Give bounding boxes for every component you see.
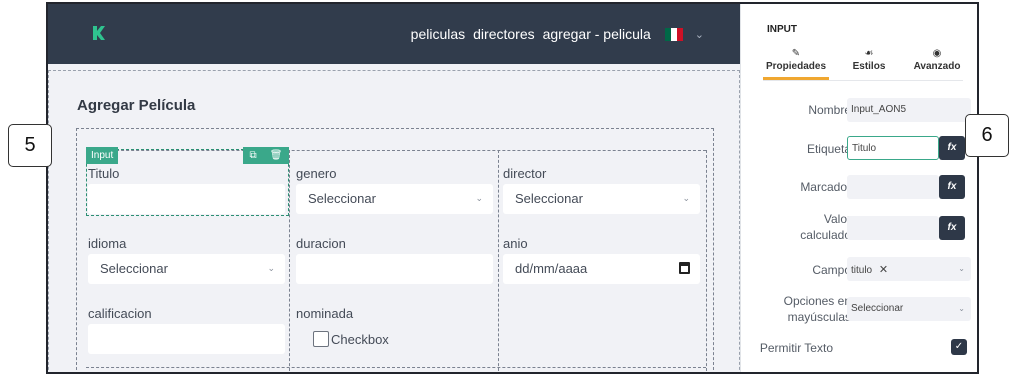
marcador-label: Marcador [800,180,851,194]
tab-estilos[interactable]: ☙ Estilos [849,48,889,72]
nombre-label: Nombre [808,103,851,117]
tab-avanzado-label: Avanzado [913,61,961,72]
chevron-down-icon: ⌄ [958,264,965,273]
genero-select-value: Seleccionar [308,191,376,206]
director-select-value: Seleccionar [515,191,583,206]
nav-links: peliculas directores agregar - pelicula … [411,26,704,42]
page-title: Agregar Película [77,97,196,114]
builder-canvas: peliculas directores agregar - pelicula … [48,4,740,372]
eye-icon: ◉ [932,48,942,59]
permitir-texto-label: Permitir Texto [759,341,833,355]
campo-chip: titulo [851,265,873,276]
callout-5: 5 [8,124,52,167]
duracion-input[interactable] [296,254,493,284]
campo-label: Campo [812,263,851,277]
campo-select[interactable]: titulo ✕ ⌄ [847,257,971,281]
row-divider [86,367,706,368]
chevron-down-icon: ⌄ [682,193,690,203]
component-actions: ⧉ 🗑 [243,147,289,164]
nominada-label: nominada [296,306,354,321]
tab-divider [763,80,963,81]
copy-icon[interactable]: ⧉ [250,150,257,161]
marcador-fx-button[interactable]: fx [939,175,965,199]
tab-avanzado[interactable]: ◉ Avanzado [911,48,963,72]
chevron-down-icon[interactable]: ⌄ [695,28,704,41]
chevron-down-icon: ⌄ [267,263,275,273]
permitir-texto-checkbox[interactable]: ✓ [951,339,967,355]
nav-link-agregar-pelicula[interactable]: agregar - pelicula [543,26,651,42]
opciones-mayusculas-label: Opciones en mayúsculas [783,294,851,324]
valor-calculado-label: Valor calculado [800,212,851,242]
idioma-label: idioma [88,236,127,251]
valor-calculado-input[interactable] [847,216,939,240]
paint-bucket-icon: ☙ [864,48,874,59]
marcador-input[interactable] [847,175,939,199]
calendar-icon[interactable] [679,262,690,274]
etiqueta-input[interactable]: Titulo [847,136,939,160]
idioma-select-value: Seleccionar [100,261,168,276]
valor-calculado-fx-button[interactable]: fx [939,216,965,240]
titulo-input[interactable] [88,184,285,214]
mexico-flag-icon[interactable] [664,27,683,41]
callout-6: 6 [965,114,1009,157]
nominada-checkbox[interactable] [313,331,329,347]
calificacion-input[interactable] [88,324,285,354]
nav-link-directores[interactable]: directores [473,26,534,42]
director-select[interactable]: Seleccionar ⌄ [503,184,700,214]
etiqueta-label: Etiqueta [806,142,851,156]
anio-date-input[interactable]: dd/mm/aaaa [503,254,700,284]
column-divider [289,150,290,372]
remove-icon[interactable]: ✕ [879,264,888,276]
duracion-label: duracion [296,236,346,251]
nav-link-peliculas[interactable]: peliculas [411,26,465,42]
etiqueta-fx-button[interactable]: fx [939,136,965,160]
genero-select[interactable]: Seleccionar ⌄ [296,184,493,214]
properties-panel: INPUT ✎ Propiedades ☙ Estilos ◉ Avanzado… [740,4,977,372]
opciones-select-value: Seleccionar [851,303,904,314]
checkbox-label: Checkbox [331,332,389,347]
chevron-down-icon: ⌄ [958,304,965,313]
pencil-icon: ✎ [791,48,801,59]
column-divider [498,150,499,372]
trash-icon[interactable]: 🗑 [270,150,283,161]
anio-date-placeholder: dd/mm/aaaa [515,261,588,276]
opciones-mayusculas-select[interactable]: Seleccionar ⌄ [847,297,971,321]
panel-title: INPUT [767,24,797,35]
nombre-input[interactable]: Input_AON5 [847,98,971,122]
column-divider [706,150,707,372]
director-label: director [503,166,547,181]
anio-label: anio [503,236,528,251]
tab-propiedades[interactable]: ✎ Propiedades [765,48,827,72]
tab-propiedades-label: Propiedades [765,61,827,72]
logo-icon [93,26,105,40]
genero-label: genero [296,166,337,181]
tab-estilos-label: Estilos [852,61,886,72]
chevron-down-icon: ⌄ [475,193,483,203]
app-window: peliculas directores agregar - pelicula … [46,2,979,374]
input-component-badge[interactable]: Input [86,147,119,164]
preview-navbar: peliculas directores agregar - pelicula … [48,4,740,64]
titulo-label: Titulo [88,166,120,181]
idioma-select[interactable]: Seleccionar ⌄ [88,254,285,284]
calificacion-label: calificacion [88,306,152,321]
